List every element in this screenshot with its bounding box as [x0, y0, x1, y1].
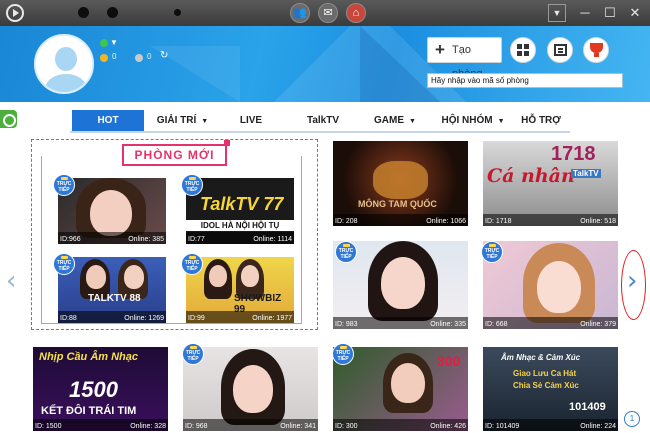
room-id: ID:88 — [60, 315, 77, 322]
news-button[interactable] — [547, 37, 573, 63]
app-logo-icon[interactable] — [6, 4, 24, 22]
room-id: ID: 101409 — [485, 423, 520, 430]
gold-coin-icon — [100, 54, 108, 62]
status-caret-icon[interactable]: ▼ — [110, 38, 118, 47]
live-badge: TRỰC TIẾP — [181, 253, 203, 275]
blob-icon — [78, 7, 89, 18]
room-id: ID: 208 — [335, 218, 358, 225]
room-online: Online: 426 — [430, 423, 466, 430]
room-online: Online: 1066 — [426, 218, 466, 225]
news-icon — [554, 44, 567, 56]
page-indicator[interactable]: 1 — [624, 411, 640, 427]
room-card[interactable]: ID: 968 Online: 341 — [183, 347, 318, 431]
room-card[interactable]: ID: 668 Online: 379 — [483, 241, 618, 329]
tab-live[interactable]: LIVE — [230, 110, 272, 132]
trophy-icon — [590, 43, 603, 57]
side-chat-icon[interactable] — [0, 110, 17, 128]
blob-icon — [174, 9, 181, 16]
live-badge: TRỰC TIẾP — [53, 174, 75, 196]
live-badge: TRỰC TIẾP — [53, 253, 75, 275]
room-card[interactable]: 300 ID: 300 Online: 426 — [333, 347, 468, 431]
tab-hot[interactable]: HOT — [72, 110, 144, 132]
tab-talktv[interactable]: TalkTV — [298, 110, 348, 132]
room-id: ID: 1500 — [35, 423, 62, 430]
avatar-body — [45, 74, 87, 92]
room-online: Online: 1114 — [253, 236, 292, 243]
live-badge: TRỰC TIẾP — [332, 343, 354, 365]
silver-coin-count: 0 — [147, 52, 152, 61]
live-badge: TRỰC TIẾP — [335, 241, 357, 263]
nav-underline — [70, 131, 570, 133]
room-online: Online: 335 — [430, 321, 466, 328]
room-online: Online: 224 — [580, 423, 616, 430]
header-banner: ▼ 0 0 ↻ + Tạo phòng — [0, 26, 650, 102]
grid-view-button[interactable] — [510, 37, 536, 63]
refresh-icon[interactable]: ↻ — [160, 50, 168, 61]
user-avatar[interactable] — [34, 34, 94, 94]
scroll-left-arrow-icon[interactable]: ‹ — [6, 266, 16, 296]
room-card[interactable]: Nhịp Cầu Âm Nhạc 1500 KẾT ĐÔI TRÁI TIM I… — [33, 347, 168, 431]
room-online: Online: 1269 — [124, 315, 164, 322]
tab-ho-tro[interactable]: HỖ TRỢ — [516, 110, 566, 132]
home-icon[interactable]: ⌂ — [346, 3, 366, 23]
grid-icon — [517, 44, 529, 56]
ranking-button[interactable] — [583, 37, 609, 63]
live-badge: TRỰC TIẾP — [481, 241, 503, 263]
tab-hoi-nhom[interactable]: HỘI NHÓM ▼ — [434, 110, 512, 132]
corner-decoration — [224, 140, 230, 146]
room-id: ID: 300 — [335, 423, 358, 430]
create-room-button[interactable]: + Tạo phòng — [427, 37, 502, 80]
plus-icon: + — [435, 40, 445, 59]
live-badge: TRỰC TIẾP — [182, 343, 204, 365]
room-id: ID: 1718 — [485, 218, 512, 225]
maximize-icon[interactable]: ☐ — [601, 4, 619, 22]
room-card[interactable]: MÔNG TAM QUỐC ID: 208 Online: 1066 — [333, 141, 468, 226]
room-online: Online: 1977 — [252, 315, 292, 322]
talktv-app-window: 👥 ✉ ⌂ ▼ ─ ☐ ✕ ▼ 0 0 ↻ + Tạo phòng — [0, 0, 650, 433]
room-id: ID: 968 — [185, 423, 208, 430]
room-online: Online: 341 — [280, 423, 316, 430]
minimize-icon[interactable]: ─ — [576, 4, 594, 22]
online-status-icon[interactable] — [100, 39, 108, 47]
settings-dropdown-icon[interactable]: ▼ — [548, 4, 566, 22]
room-online: Online: 379 — [580, 321, 616, 328]
room-online: Online: 385 — [128, 236, 164, 243]
chevron-down-icon: ▼ — [409, 118, 416, 125]
room-card[interactable]: Âm Nhạc & Cảm Xúc Giao Lưu Ca Hát Chia S… — [483, 347, 618, 431]
room-id: ID:966 — [60, 236, 81, 243]
blob-icon — [107, 7, 118, 18]
live-badge: TRỰC TIẾP — [181, 174, 203, 196]
friends-icon[interactable]: 👥 — [290, 3, 310, 23]
chevron-down-icon: ▼ — [201, 118, 209, 125]
gold-coin-count: 0 — [112, 52, 117, 61]
new-rooms-title: PHÒNG MỚI — [122, 144, 227, 166]
room-id: ID: 668 — [485, 321, 508, 328]
room-online: Online: 328 — [130, 423, 166, 430]
mission-icon[interactable]: ✉ — [318, 3, 338, 23]
room-id: ID:99 — [188, 315, 205, 322]
room-online: Online: 518 — [580, 218, 616, 225]
room-card[interactable]: 1718 Cá nhân TalkTV ID: 1718 Online: 518 — [483, 141, 618, 226]
room-id: ID: 983 — [335, 321, 358, 328]
chevron-down-icon: ▼ — [497, 118, 505, 125]
tab-game[interactable]: GAME ▼ — [370, 110, 420, 132]
category-nav: HOT GIẢI TRÍ ▼ LIVE TalkTV GAME ▼ HỘI NHÓM… — [70, 110, 570, 132]
title-bar: 👥 ✉ ⌂ ▼ ─ ☐ ✕ — [0, 0, 650, 26]
tab-giai-tri[interactable]: GIẢI TRÍ ▼ — [150, 110, 215, 132]
silver-coin-icon — [135, 54, 143, 62]
room-id: ID:77 — [188, 236, 205, 243]
avatar-head — [55, 47, 77, 71]
close-icon[interactable]: ✕ — [626, 4, 644, 22]
highlight-circle — [621, 250, 646, 320]
room-search-input[interactable] — [427, 73, 623, 88]
